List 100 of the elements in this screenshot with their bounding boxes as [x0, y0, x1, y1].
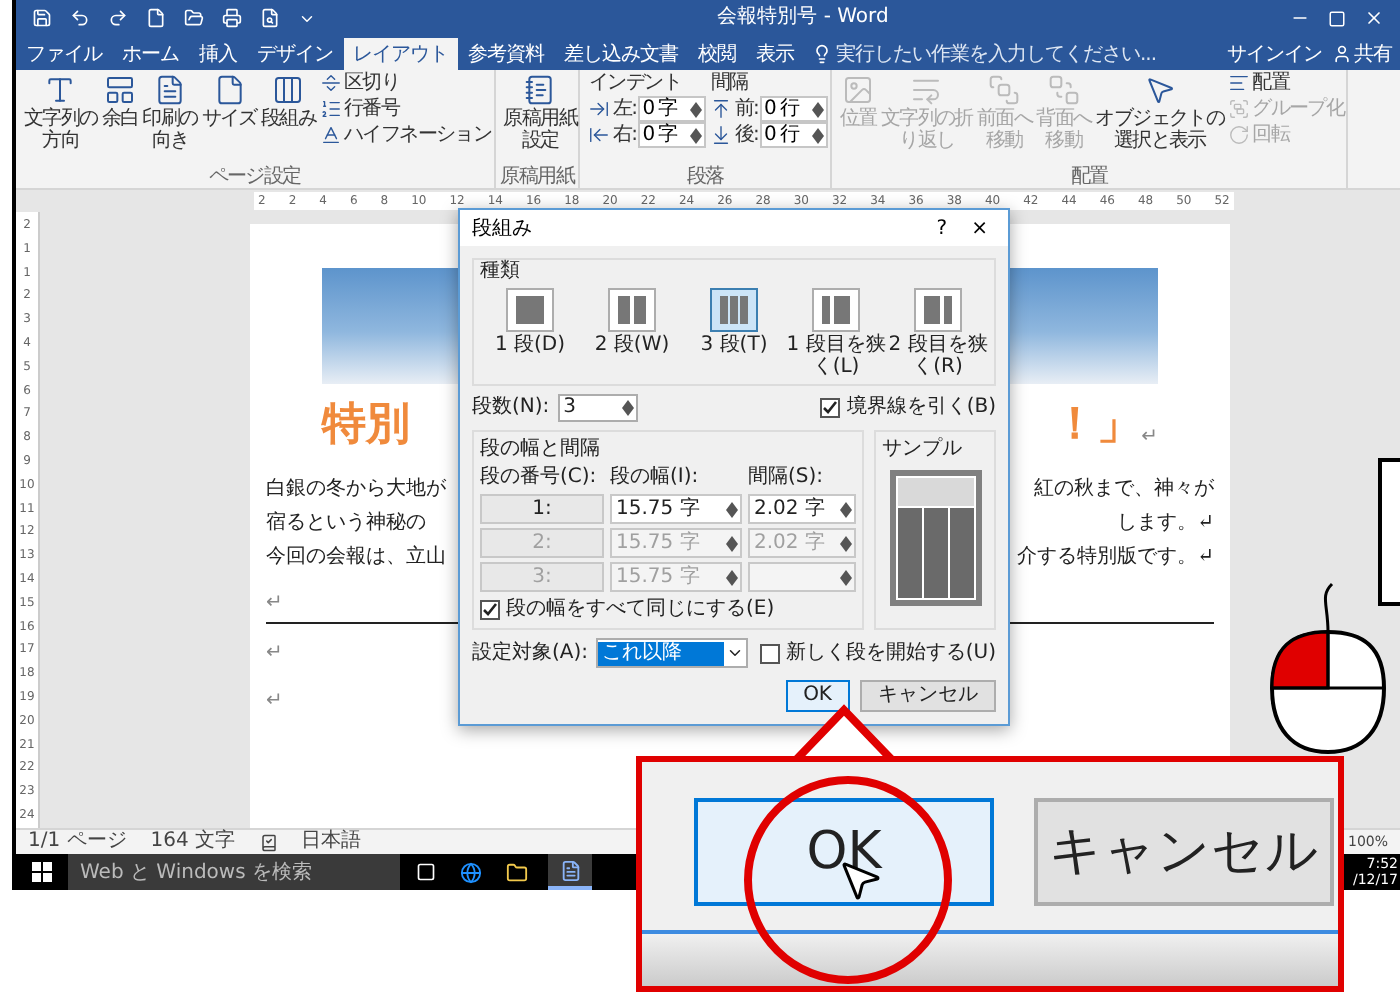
ribbon-tab[interactable]: ホーム [112, 38, 189, 70]
proofing-icon[interactable] [259, 833, 278, 851]
task-view-icon[interactable] [416, 862, 436, 882]
column-preset[interactable]: 1 段目を狭く(L) [786, 288, 886, 378]
group-label: 段落 [685, 166, 726, 188]
ribbon-button[interactable]: ハイフネーション [320, 122, 492, 148]
spin-field[interactable]: 0 行 [760, 122, 829, 148]
ribbon-tab[interactable]: 差し込み文書 [554, 38, 688, 70]
ribbon-button-label: サイズ [201, 108, 257, 130]
ribbon-button[interactable]: サイズ [201, 70, 257, 130]
column-preset[interactable]: 1 段(D) [480, 288, 580, 378]
column-layout-icon [816, 292, 856, 328]
checkbox-label: 境界線を引く(B) [846, 396, 996, 420]
column-preset[interactable]: 2 段(W) [582, 288, 682, 378]
ribbon-tab[interactable]: ファイル [16, 38, 112, 70]
ribbon-button[interactable]: 印刷の 向き [142, 70, 198, 152]
ribbon-button-label: り返し [899, 130, 955, 152]
spinner-icon[interactable] [724, 499, 740, 519]
help-button[interactable]: ? [920, 213, 964, 243]
field-label: 設定対象(A): [472, 641, 589, 665]
dialog-button[interactable]: OK [785, 680, 850, 712]
group-label: 段の幅と間隔 [480, 438, 602, 462]
numbered-list-icon [320, 98, 343, 120]
printer-icon[interactable] [222, 8, 242, 28]
folder-icon[interactable] [506, 861, 528, 883]
sign-in-link[interactable]: サインイン [1221, 38, 1328, 70]
ribbon-button[interactable]: 配置 [1228, 70, 1345, 96]
redo-icon[interactable] [108, 8, 128, 28]
share-button[interactable]: 共有 [1328, 38, 1400, 70]
ribbon-button[interactable]: 段組み [260, 70, 317, 130]
spinner-icon[interactable] [619, 398, 636, 418]
close-icon[interactable] [1364, 8, 1384, 28]
spinner-icon[interactable] [688, 125, 705, 145]
spin-field[interactable]: 0 字 [638, 96, 707, 122]
ribbon-tab[interactable]: レイアウト [343, 38, 458, 70]
apply-to-dropdown[interactable]: これ以降 [596, 638, 749, 668]
spinner-icon[interactable] [838, 499, 854, 519]
ribbon-button-label: 背面へ [1036, 108, 1092, 130]
document-title: 特別 [322, 400, 410, 452]
undo-icon[interactable] [70, 8, 90, 28]
checkbox[interactable] [480, 600, 500, 620]
ribbon-tab[interactable]: デザイン [247, 38, 343, 70]
spinner-icon[interactable] [810, 125, 827, 145]
new-document-icon[interactable] [146, 8, 166, 28]
ribbon-button-label: 向き [151, 130, 189, 152]
taskbar-search-field[interactable]: Web と Windows を検索 [68, 854, 400, 890]
align-icon [1228, 72, 1251, 94]
group-icon [1228, 98, 1251, 120]
person-icon [1332, 44, 1352, 64]
column-number: 3: [480, 562, 604, 592]
column-number: 2: [480, 528, 604, 558]
spacing-icon [710, 98, 733, 120]
indent-icon [588, 124, 611, 146]
ribbon-button[interactable]: 原稿用紙 設定 [503, 70, 577, 152]
tell-me-field[interactable]: 実行したい作業を入力してください... [812, 38, 1157, 70]
group-label: ページ設定 [206, 166, 303, 188]
ribbon-tab[interactable]: 参考資料 [458, 38, 554, 70]
spinner-icon[interactable] [724, 567, 740, 587]
spin-field[interactable]: 0 行 [760, 96, 829, 122]
spin-field[interactable] [748, 562, 856, 592]
spinner-icon[interactable] [838, 533, 854, 553]
windows-logo-icon[interactable] [32, 862, 52, 882]
checkbox[interactable] [759, 643, 780, 663]
ribbon-tab[interactable]: 挿入 [189, 38, 247, 70]
page-count: 1/1 ページ [28, 830, 127, 854]
close-button[interactable]: × [963, 213, 996, 243]
spin-field[interactable]: 2.02 字 [748, 494, 856, 524]
maximize-icon[interactable] [1328, 9, 1346, 27]
spin-field[interactable]: 3 [557, 394, 638, 422]
column-layout-icon [714, 292, 754, 328]
word-app-icon[interactable] [548, 854, 592, 890]
spin-field[interactable]: 15.75 字 [610, 494, 742, 524]
document-icon [154, 74, 187, 106]
ribbon-button[interactable]: オブジェクトの 選択と表示 [1095, 70, 1225, 152]
spin-field[interactable]: 0 字 [638, 122, 707, 148]
text-icon [44, 74, 77, 106]
spinner-icon[interactable] [724, 533, 740, 553]
save-icon[interactable] [32, 8, 52, 28]
checkbox[interactable] [820, 398, 841, 418]
text-baseline-icon [320, 124, 343, 146]
dialog-button[interactable]: キャンセル [860, 680, 996, 712]
spinner-icon[interactable] [838, 567, 854, 587]
ribbon-button[interactable]: 文字列の 方向 [24, 70, 98, 152]
dialog-button[interactable]: キャンセル [1034, 798, 1334, 906]
column-header: 段の幅(I): [610, 466, 701, 490]
ribbon-button[interactable]: 余白 [101, 70, 139, 130]
column-preset[interactable]: 3 段(T) [684, 288, 784, 378]
dialog-button[interactable]: OK [694, 798, 994, 906]
ribbon-tab[interactable]: 校閲 [688, 38, 746, 70]
spinner-icon[interactable] [810, 99, 827, 119]
ribbon-button[interactable]: 区切り [320, 70, 492, 96]
ribbon-tab[interactable]: 表示 [746, 38, 804, 70]
column-preset[interactable]: 2 段目を狭く(R) [888, 288, 988, 378]
print-preview-icon[interactable] [260, 8, 280, 28]
browser-icon[interactable] [460, 861, 482, 883]
ribbon-button-label: 選択と表示 [1113, 130, 1206, 152]
checkbox-label: 新しく段を開始する(U) [785, 641, 996, 665]
spinner-icon[interactable] [688, 99, 705, 119]
word-count: 164 文字 [150, 830, 236, 854]
ribbon-button[interactable]: 行番号 [320, 96, 492, 122]
